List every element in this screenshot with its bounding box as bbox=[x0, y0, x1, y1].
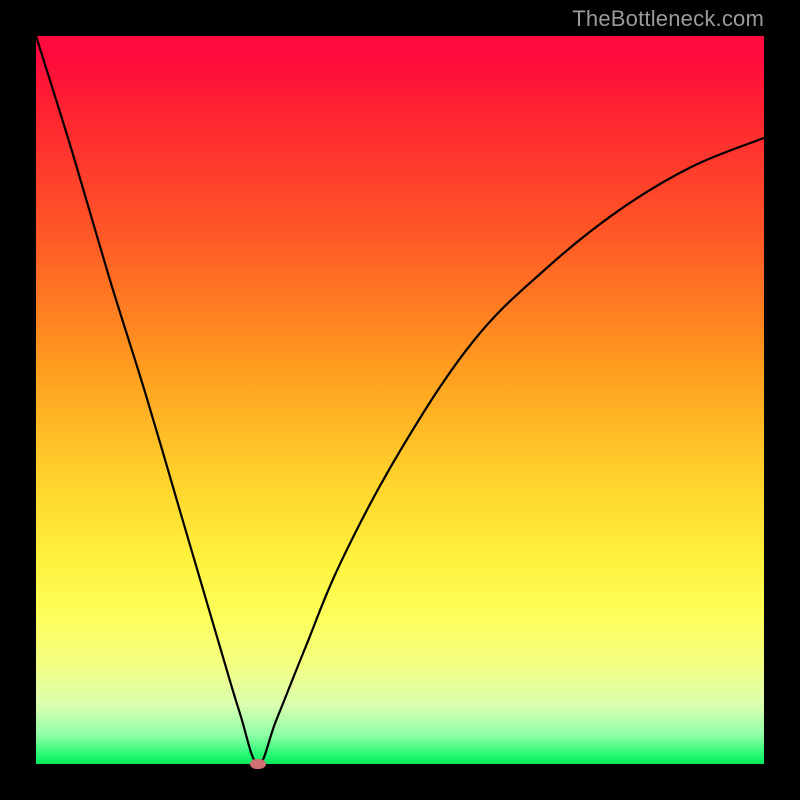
optimum-marker bbox=[250, 759, 266, 769]
bottleneck-curve bbox=[36, 36, 764, 764]
watermark-label: TheBottleneck.com bbox=[572, 6, 764, 32]
chart-frame: TheBottleneck.com bbox=[0, 0, 800, 800]
plot-area bbox=[36, 36, 764, 764]
